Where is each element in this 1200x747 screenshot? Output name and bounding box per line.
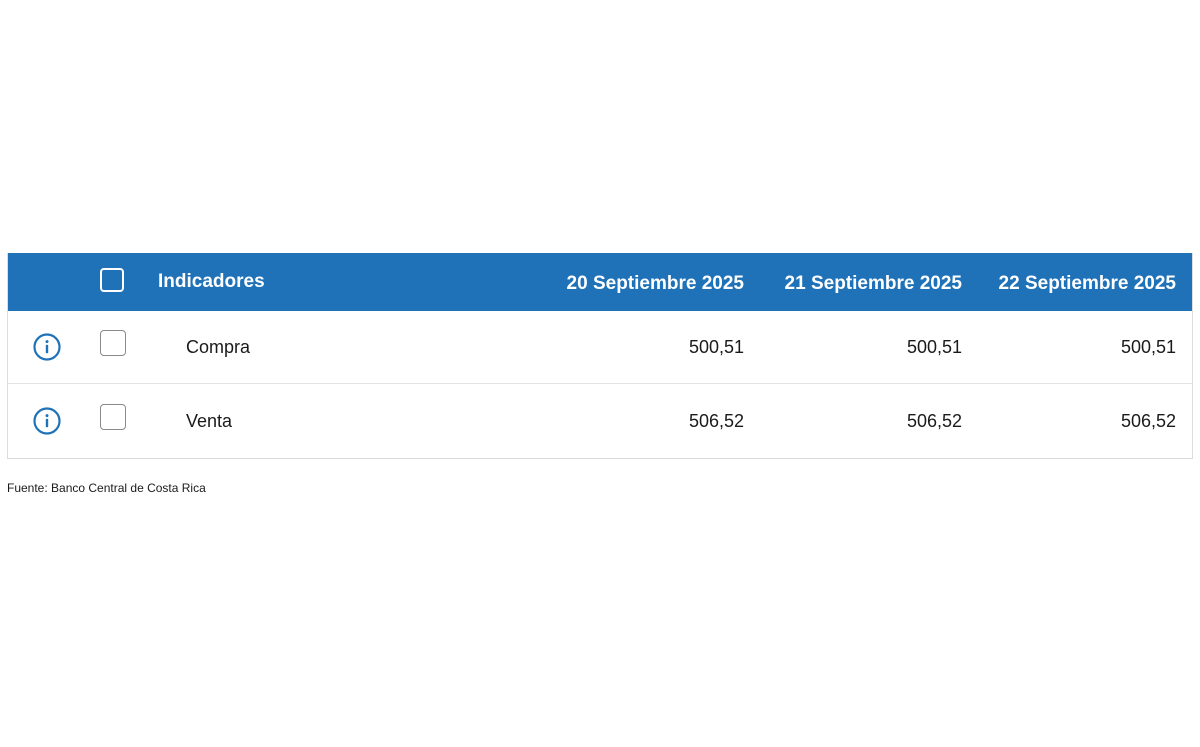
header-date-1: 20 Septiembre 2025 (566, 273, 744, 294)
row-value-2: 506,52 (906, 410, 962, 431)
row-checkbox-venta[interactable] (100, 404, 126, 430)
row-value-2: 500,51 (906, 336, 962, 357)
info-circle-icon[interactable] (32, 332, 62, 362)
table-header-row: Indicadores 20 Septiembre 2025 21 Septie… (8, 253, 1192, 311)
header-indicators-label: Indicadores (158, 271, 265, 292)
exchange-rate-table: Indicadores 20 Septiembre 2025 21 Septie… (7, 253, 1193, 459)
row-value-1: 500,51 (688, 336, 744, 357)
row-name: Compra (186, 336, 251, 357)
row-value-1: 506,52 (688, 410, 744, 431)
row-checkbox-cell (86, 330, 144, 356)
info-circle-icon[interactable] (32, 406, 62, 436)
select-all-checkbox[interactable] (100, 268, 124, 292)
row-value-3: 506,52 (1120, 410, 1176, 431)
source-note: Fuente: Banco Central de Costa Rica (7, 481, 206, 495)
row-value-3: 500,51 (1120, 336, 1176, 357)
row-info-cell (8, 332, 86, 362)
header-date-2: 21 Septiembre 2025 (784, 273, 962, 294)
row-checkbox-compra[interactable] (100, 330, 126, 356)
table-row-venta: Venta 506,52 506,52 506,52 (8, 384, 1192, 458)
header-date-3: 22 Septiembre 2025 (998, 273, 1176, 294)
header-indicators: Indicadores (144, 271, 404, 293)
table-row-compra: Compra 500,51 500,51 500,51 (8, 311, 1192, 384)
header-checkbox-cell (86, 268, 144, 292)
row-name: Venta (186, 410, 233, 431)
row-checkbox-cell (86, 404, 144, 430)
row-info-cell (8, 406, 86, 436)
